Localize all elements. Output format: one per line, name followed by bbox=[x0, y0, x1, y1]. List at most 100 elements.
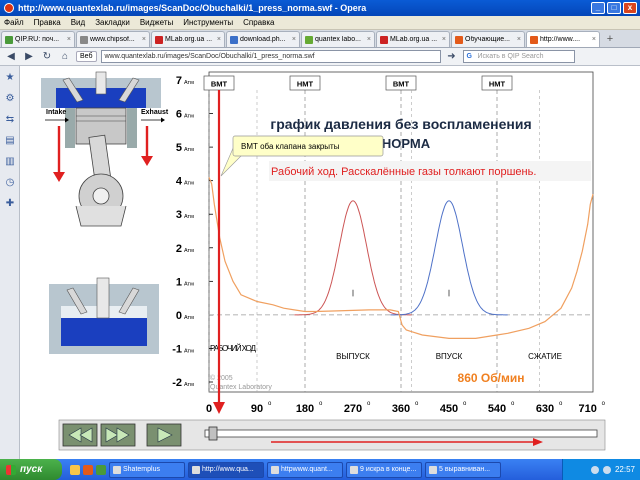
rewind-button[interactable] bbox=[62, 423, 98, 447]
tab-label: http://www.... bbox=[540, 36, 581, 43]
notes-icon[interactable]: ▤ bbox=[5, 136, 15, 146]
x-tick-label: 450 bbox=[440, 403, 458, 415]
search-input[interactable]: Искать в QIP Search bbox=[462, 50, 575, 63]
quick-launch-icon[interactable] bbox=[83, 464, 93, 475]
tab-bar: QIP.RU: поч... × www.chipsof... × MLab.org.u… bbox=[0, 30, 640, 48]
menu-help[interactable]: Справка bbox=[243, 18, 274, 27]
taskbar-item[interactable]: Shatemplus bbox=[109, 461, 185, 478]
downloads-icon[interactable]: ▥ bbox=[5, 157, 15, 167]
gear-icon[interactable]: ⚙ bbox=[5, 94, 15, 104]
reload-icon[interactable]: ↻ bbox=[40, 50, 54, 64]
copyright-year: © 2005 bbox=[210, 374, 233, 382]
fast-forward-button[interactable] bbox=[100, 423, 136, 447]
tab-5[interactable]: MLab.org.ua ... × bbox=[376, 31, 450, 47]
tab-close-icon[interactable]: × bbox=[442, 36, 446, 43]
tab-close-icon[interactable]: × bbox=[142, 36, 146, 43]
tab-label: QIP.RU: поч... bbox=[15, 36, 60, 43]
x-tick-label: 0 bbox=[206, 403, 212, 415]
start-label: пуск bbox=[20, 464, 43, 475]
back-icon[interactable]: ◀ bbox=[4, 50, 18, 64]
play-button[interactable] bbox=[146, 423, 182, 447]
tab-close-icon[interactable]: × bbox=[592, 36, 596, 43]
y-tick-unit: Атм bbox=[184, 248, 194, 254]
start-button[interactable]: пуск bbox=[0, 459, 62, 480]
tab-close-icon[interactable]: × bbox=[67, 36, 71, 43]
tab-label: www.chipsof... bbox=[90, 36, 135, 43]
taskbar-item[interactable]: httpwww.quant... bbox=[267, 461, 343, 478]
tab-0[interactable]: QIP.RU: поч... × bbox=[1, 31, 75, 47]
clock: 22:57 bbox=[614, 465, 635, 474]
quick-launch-icon[interactable] bbox=[96, 464, 106, 475]
marker-label: НМТ bbox=[489, 80, 506, 89]
y-tick-label: 2 bbox=[176, 243, 182, 255]
tray-icon[interactable] bbox=[590, 465, 599, 474]
star-icon[interactable]: ★ bbox=[5, 73, 15, 83]
quick-launch-icon[interactable] bbox=[70, 464, 80, 475]
history-icon[interactable]: ◷ bbox=[5, 178, 15, 188]
home-icon[interactable]: ⌂ bbox=[58, 50, 72, 64]
tab-close-icon[interactable]: × bbox=[292, 36, 296, 43]
page-content: Intake Exhaust 7 Атм 6 Атм 5 Атм 4 Атм 3 Атм 2 Атм 1… bbox=[21, 66, 640, 459]
x-tick-label: 710 bbox=[578, 403, 596, 415]
y-tick-unit: Атм bbox=[184, 281, 194, 287]
taskbar-item[interactable]: http://www.qua... bbox=[188, 461, 264, 478]
y-tick-unit: Атм bbox=[184, 181, 194, 187]
mlab-icon bbox=[155, 35, 163, 44]
tab-7[interactable]: http://www.... × bbox=[526, 31, 600, 47]
tab-label: download.ph... bbox=[240, 36, 286, 43]
flash-movie[interactable]: Intake Exhaust 7 Атм6 Атм5 Атм4 Атм3 Атм2 Атм1… bbox=[21, 66, 640, 459]
add-panel-icon[interactable]: ✚ bbox=[5, 199, 15, 209]
quick-launch bbox=[70, 464, 106, 475]
app-icon bbox=[350, 465, 358, 474]
menu-file[interactable]: Файл bbox=[4, 18, 24, 27]
menu-bookmarks[interactable]: Закладки bbox=[95, 18, 130, 27]
tab-3[interactable]: download.ph... × bbox=[226, 31, 300, 47]
tab-close-icon[interactable]: × bbox=[517, 36, 521, 43]
close-button[interactable]: x bbox=[623, 2, 637, 14]
stroke-label: ВЫПУСК bbox=[336, 352, 370, 361]
tab-close-icon[interactable]: × bbox=[217, 36, 221, 43]
go-icon[interactable]: ➜ bbox=[445, 50, 459, 64]
maximize-button[interactable]: □ bbox=[607, 2, 621, 14]
tab-4[interactable]: quantex labo... × bbox=[301, 31, 375, 47]
tooltip-text: ВМТ оба клапана закрыты bbox=[241, 142, 340, 151]
app-icon bbox=[271, 465, 279, 474]
chart-subtitle: НОРМА bbox=[382, 136, 431, 151]
degree-mark: o bbox=[268, 401, 272, 407]
menu-tools[interactable]: Инструменты bbox=[183, 18, 233, 27]
menu-edit[interactable]: Правка bbox=[34, 18, 61, 27]
menu-view[interactable]: Вид bbox=[71, 18, 85, 27]
degree-mark: o bbox=[415, 401, 419, 407]
degree-mark: o bbox=[511, 401, 515, 407]
taskbar-item-label: Shatemplus bbox=[123, 466, 160, 473]
share-icon[interactable]: ⇆ bbox=[5, 115, 15, 125]
app-icon bbox=[429, 465, 437, 474]
tab-close-icon[interactable]: × bbox=[367, 36, 371, 43]
x-tick-label: 90 bbox=[251, 403, 263, 415]
tab-label: Обучающие... bbox=[465, 36, 510, 43]
x-tick-label: 540 bbox=[488, 403, 506, 415]
tab-6[interactable]: Обучающие... × bbox=[451, 31, 525, 47]
opera-icon bbox=[455, 35, 463, 44]
y-tick-label: -1 bbox=[172, 343, 182, 355]
page-icon bbox=[230, 35, 238, 44]
tab-1[interactable]: www.chipsof... × bbox=[76, 31, 150, 47]
engine-diagram-top: Intake Exhaust bbox=[41, 71, 169, 227]
web-button[interactable]: Веб bbox=[76, 51, 97, 62]
stroke-label: ВПУСК bbox=[436, 352, 463, 361]
window-title: http://www.quantexlab.ru/images/ScanDoc/… bbox=[18, 3, 367, 13]
taskbar-item[interactable]: 9 искра в конце... bbox=[346, 461, 422, 478]
minimize-button[interactable]: _ bbox=[591, 2, 605, 14]
menu-widgets[interactable]: Виджеты bbox=[140, 18, 173, 27]
tray-icon[interactable] bbox=[602, 465, 611, 474]
tab-label: MLab.org.ua ... bbox=[390, 36, 438, 43]
forward-icon[interactable]: ▶ bbox=[22, 50, 36, 64]
taskbar-item[interactable]: 5 выравниван... bbox=[425, 461, 501, 478]
tab-2[interactable]: MLab.org.ua ... × bbox=[151, 31, 225, 47]
new-tab-icon[interactable]: + bbox=[603, 33, 617, 47]
address-input[interactable]: www.quantexlab.ru/images/ScanDoc/Obuchal… bbox=[100, 50, 441, 63]
taskbar-item-label: 9 искра в конце... bbox=[360, 466, 417, 473]
tab-label: MLab.org.ua ... bbox=[165, 36, 213, 43]
mlab-icon bbox=[380, 35, 388, 44]
y-tick-label: 6 bbox=[176, 109, 182, 121]
